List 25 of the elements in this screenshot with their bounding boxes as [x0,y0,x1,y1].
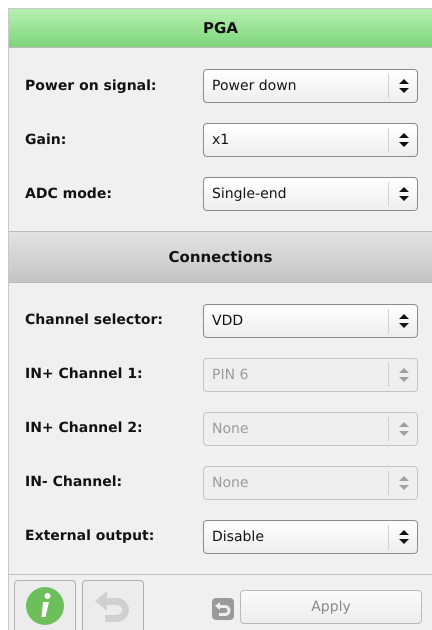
dropdown[interactable]: Single-end [203,176,418,211]
field-label: Channel selector: [25,312,164,329]
field-label: IN- Channel: [25,474,124,491]
info-icon [25,586,65,626]
up-down-arrows-icon [399,476,409,490]
dropdown[interactable]: Disable [203,520,418,554]
up-down-arrows-icon [399,186,409,201]
field-label: External output: [25,528,156,545]
field-label: Power on signal: [25,78,158,94]
dropdown[interactable]: x1 [203,122,418,157]
section-header: PGA [9,9,432,48]
field-label: IN+ Channel 1: [25,366,144,383]
up-down-arrows-icon [399,314,409,328]
up-down-arrows-icon [399,78,409,93]
field-label: Gain: [25,132,68,148]
info-button[interactable] [14,580,76,630]
field-label: IN+ Channel 2: [25,420,144,437]
dropdown[interactable]: Power down [203,68,418,103]
up-down-arrows-icon [399,422,409,436]
up-down-arrows-icon [399,132,409,147]
up-down-arrows-icon [399,368,409,382]
dropdown[interactable]: VDD [203,304,418,338]
section-header: Connections [9,231,432,283]
field-label: ADC mode: [25,186,113,202]
up-down-arrows-icon [399,530,409,544]
